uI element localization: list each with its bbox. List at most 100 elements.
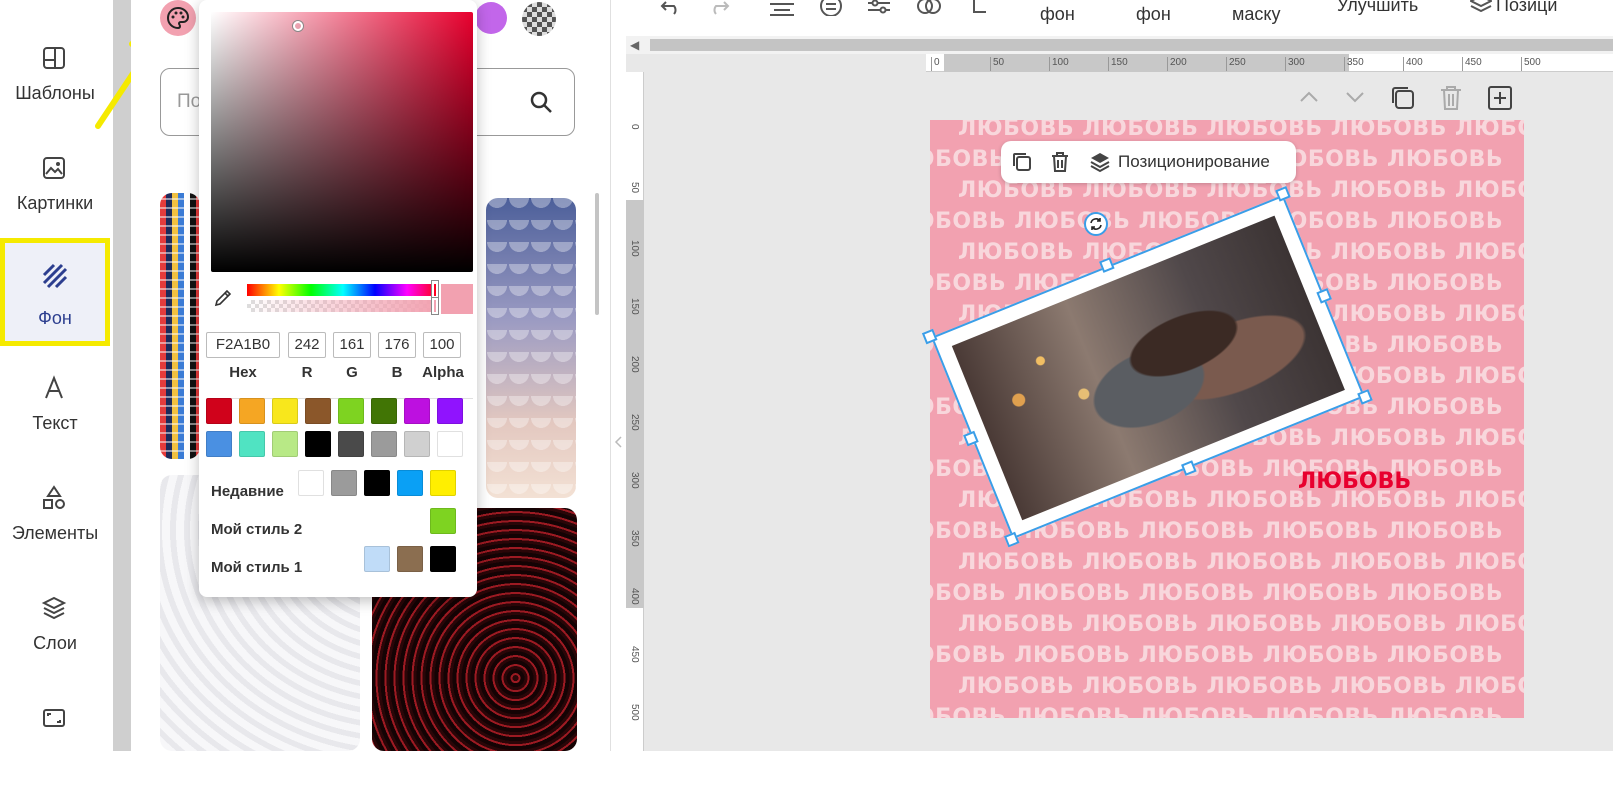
toolbar-bg-label-2[interactable]: фон	[1136, 4, 1171, 25]
color-swatch[interactable]	[404, 431, 430, 457]
alpha-slider[interactable]	[247, 300, 439, 312]
my-style-2-color-swatch[interactable]	[430, 508, 456, 534]
trash-icon[interactable]	[1049, 151, 1071, 173]
color-swatch[interactable]	[206, 398, 232, 424]
blend-icon[interactable]	[915, 0, 943, 16]
add-page-icon[interactable]	[1486, 84, 1514, 112]
sidebar-item-layers[interactable]: Слои	[0, 580, 110, 680]
hue-slider-handle[interactable]	[432, 281, 438, 299]
opacity-icon[interactable]	[818, 0, 844, 16]
search-icon[interactable]	[528, 89, 554, 115]
color-swatch[interactable]	[371, 431, 397, 457]
alpha-label: Alpha	[422, 364, 464, 381]
sidebar-item-images[interactable]: Картинки	[0, 140, 110, 240]
color-swatch[interactable]	[272, 398, 298, 424]
sidebar-item-elements[interactable]: Элементы	[0, 470, 110, 570]
color-swatch[interactable]	[371, 398, 397, 424]
red-input[interactable]: 242	[288, 332, 326, 358]
alpha-slider-handle[interactable]	[432, 298, 438, 314]
scrollbar-thumb[interactable]	[650, 39, 1613, 51]
scroll-left-arrow-icon[interactable]: ◀	[630, 38, 639, 52]
recent-color-swatch[interactable]	[298, 470, 324, 496]
positioning-label[interactable]: Позиционирование	[1118, 152, 1270, 172]
blue-input[interactable]: 176	[378, 332, 416, 358]
chevron-left-icon[interactable]	[611, 432, 627, 452]
ruler-tick-label: 350	[1344, 57, 1364, 71]
sidebar-item-background[interactable]: Фон	[0, 238, 110, 346]
eyedropper-icon[interactable]	[213, 288, 233, 308]
top-toolbar: фон фон маску Улучшить Позици	[626, 0, 1613, 36]
text-icon	[45, 375, 63, 399]
background-icon	[42, 263, 68, 289]
blue-label: B	[391, 364, 403, 381]
red-label: R	[301, 364, 313, 381]
redo-icon[interactable]	[706, 0, 730, 16]
saturation-value-area[interactable]	[211, 12, 473, 272]
sidebar-item-resize[interactable]	[0, 690, 110, 790]
hue-slider[interactable]	[247, 284, 439, 296]
toolbar-improve-label[interactable]: Улучшить	[1337, 0, 1418, 16]
crop-icon[interactable]	[969, 0, 989, 16]
sidebar-item-text[interactable]: Текст	[0, 360, 110, 460]
color-swatch[interactable]	[437, 398, 463, 424]
background-thumbnail[interactable]	[486, 198, 576, 498]
hex-input[interactable]: F2A1B0	[206, 332, 280, 358]
my-style-1-color-swatch[interactable]	[397, 546, 423, 572]
color-swatch[interactable]	[404, 398, 430, 424]
recent-color-swatch[interactable]	[331, 470, 357, 496]
color-swatch[interactable]	[239, 398, 265, 424]
toolbar-bg-label-1[interactable]: фон	[1040, 4, 1075, 25]
color-swatch[interactable]	[206, 431, 232, 457]
top-ruler: 0 50 100 150 200 250 300 350 400 450 500	[926, 54, 1613, 72]
purple-color-swatch[interactable]	[475, 2, 507, 34]
layers-icon[interactable]	[1089, 151, 1111, 173]
color-swatch[interactable]	[437, 431, 463, 457]
color-swatch[interactable]	[305, 431, 331, 457]
color-swatch[interactable]	[272, 431, 298, 457]
align-icon[interactable]	[768, 0, 796, 16]
color-swatch[interactable]	[338, 398, 364, 424]
adjust-icon[interactable]	[866, 0, 892, 16]
chevron-up-icon[interactable]	[1296, 84, 1322, 110]
chevron-down-icon[interactable]	[1342, 84, 1368, 110]
layers-icon[interactable]	[1470, 0, 1492, 12]
element-floating-toolbar: Позиционирование	[1001, 141, 1296, 183]
recent-color-swatch[interactable]	[364, 470, 390, 496]
highlighted-text[interactable]: ЛЮБОВЬ	[1298, 469, 1411, 494]
color-swatch[interactable]	[305, 398, 331, 424]
duplicate-page-icon[interactable]	[1389, 84, 1417, 112]
rotate-handle[interactable]	[1084, 212, 1108, 236]
undo-icon[interactable]	[660, 0, 684, 16]
ruler-tick-label: 150	[1108, 57, 1128, 71]
layers-icon	[41, 596, 67, 620]
my-style-1-color-swatch[interactable]	[430, 546, 456, 572]
duplicate-icon[interactable]	[1011, 151, 1033, 173]
color-swatch[interactable]	[239, 431, 265, 457]
image-icon	[43, 157, 65, 179]
panel-collapse-strip[interactable]	[610, 0, 626, 751]
toolbar-position-label[interactable]: Позици	[1496, 0, 1557, 16]
pattern-text-row: ЛЮБОВЬ ЛЮБОВЬ ЛЮБОВЬ ЛЮБОВЬ ЛЮБОВЬ	[958, 674, 1524, 699]
resize-icon	[43, 709, 65, 727]
color-swatch[interactable]	[338, 431, 364, 457]
horizontal-scrollbar[interactable]: ◀	[626, 36, 1613, 54]
ruler-tick-label: 0	[931, 57, 940, 71]
transparent-swatch[interactable]	[522, 2, 556, 36]
alpha-input[interactable]: 100	[423, 332, 461, 358]
sidebar-item-label: Текст	[32, 413, 78, 433]
saturation-handle[interactable]	[293, 21, 303, 31]
left-ruler: 0 50 100 150 200 250 300 350 400 450 500	[626, 72, 644, 751]
panel-scrollbar[interactable]	[595, 193, 599, 315]
recent-color-swatch[interactable]	[397, 470, 423, 496]
delete-page-icon[interactable]	[1438, 84, 1464, 112]
my-style-1-color-swatch[interactable]	[364, 546, 390, 572]
ruler-tick-label: 50	[629, 182, 640, 194]
color-palette-button[interactable]	[160, 0, 196, 36]
toolbar-mask-label[interactable]: маску	[1232, 4, 1280, 25]
template-icon	[43, 47, 65, 69]
green-input[interactable]: 161	[333, 332, 371, 358]
recent-color-swatch[interactable]	[430, 470, 456, 496]
ruler-tick-label: 300	[629, 472, 640, 489]
background-thumbnail[interactable]	[160, 193, 200, 459]
ruler-tick-label: 50	[990, 57, 1004, 71]
